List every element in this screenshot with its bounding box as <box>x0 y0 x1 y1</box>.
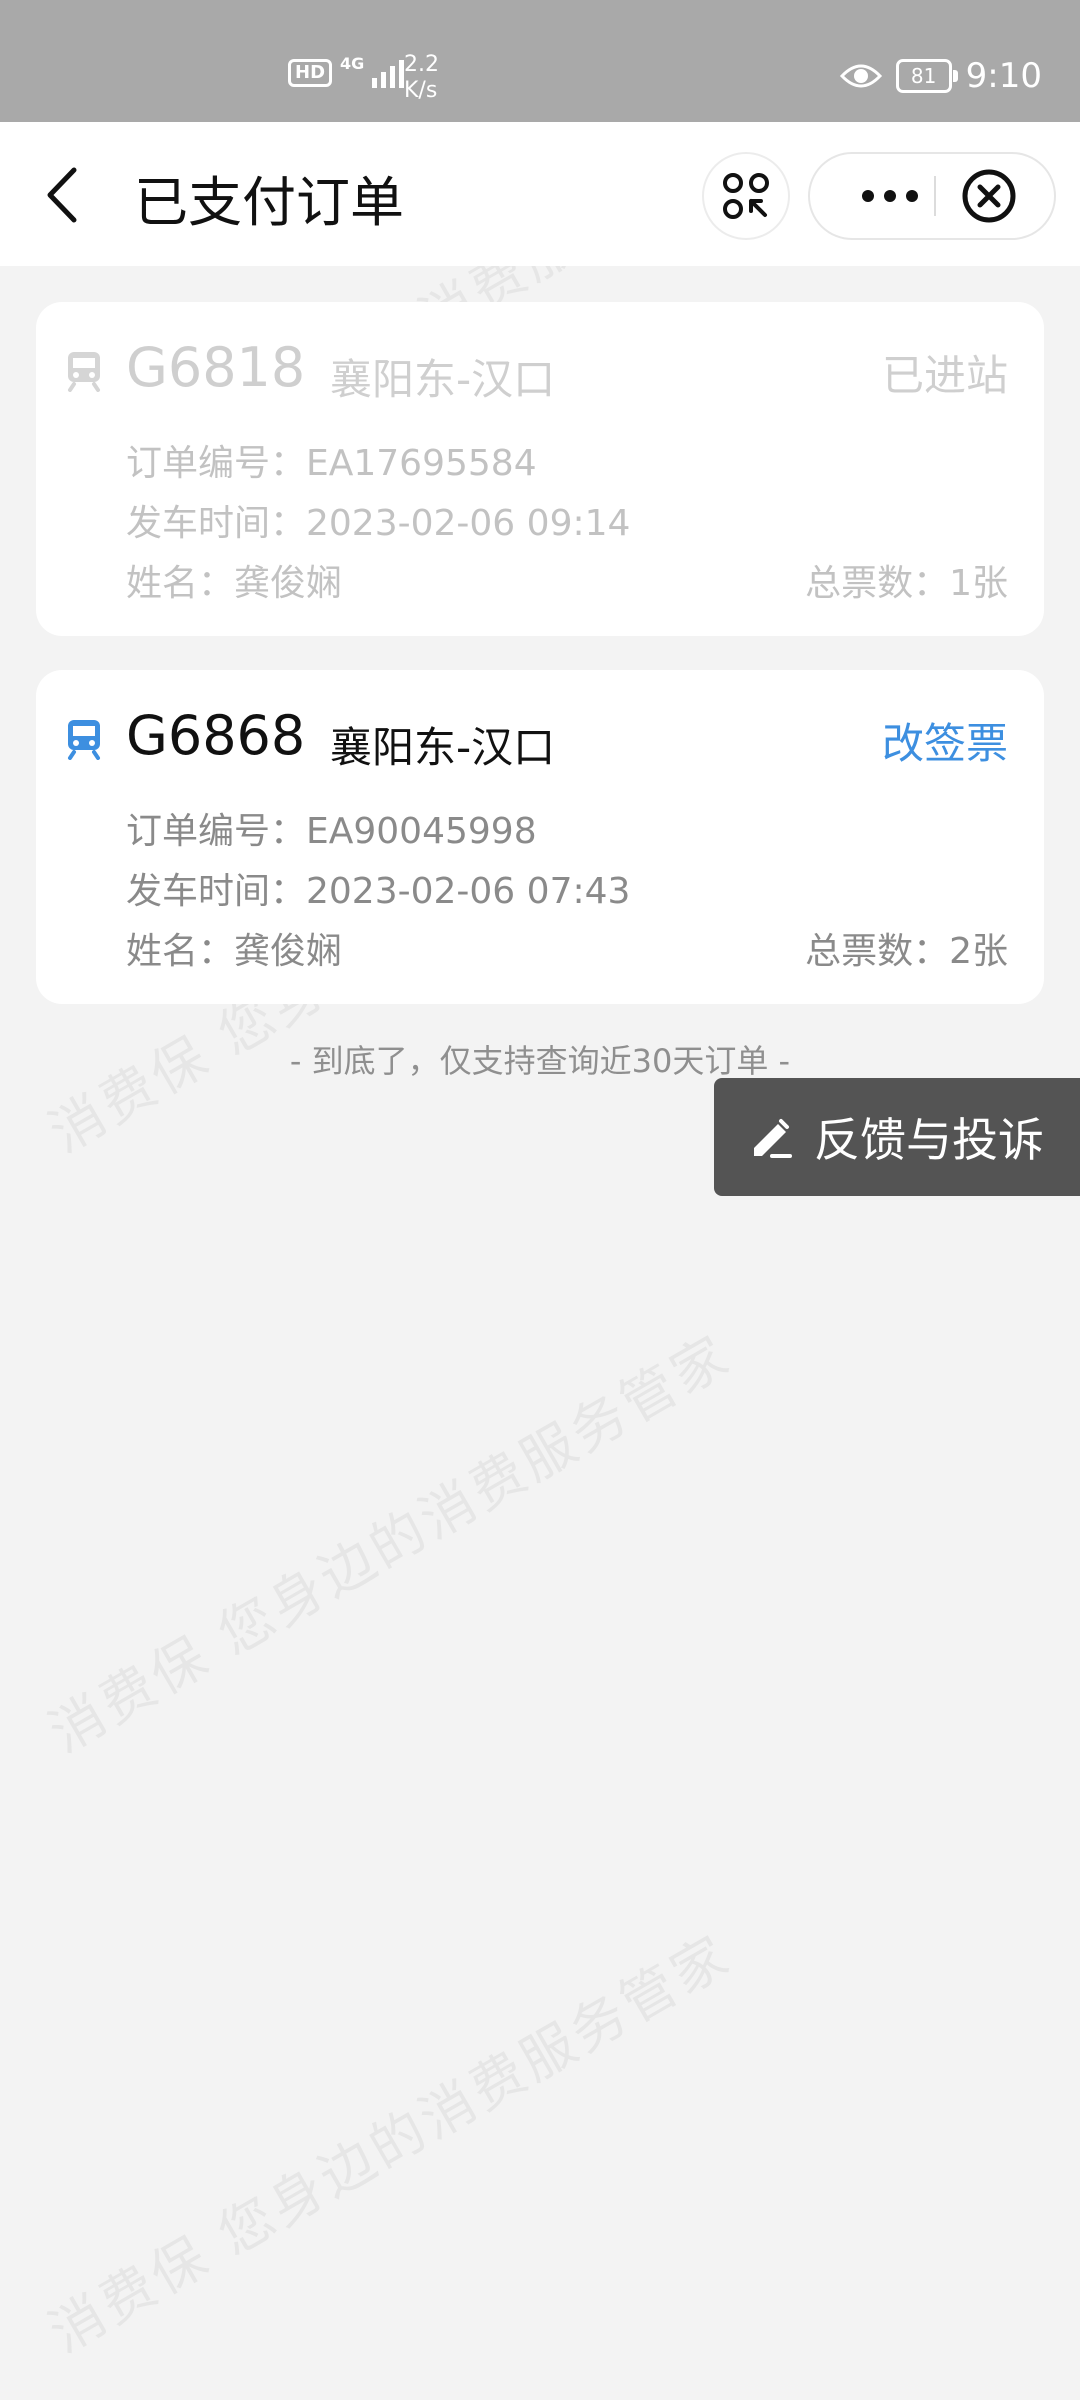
battery-level: 81 <box>910 64 937 88</box>
departure-time: 发车时间：2023-02-06 07:43 <box>126 871 631 912</box>
network-generation: 4G <box>340 53 365 73</box>
departure-time: 发车时间：2023-02-06 09:14 <box>126 503 631 544</box>
signal-icon <box>372 58 405 88</box>
train-icon <box>68 352 100 392</box>
network-indicator: HD 4G <box>288 54 405 88</box>
back-arrow-icon[interactable] <box>40 162 90 228</box>
watermark-text: 消费保 您身边的消费服务管家 <box>38 1922 742 2365</box>
scan-icon <box>723 173 769 219</box>
order-status: 已进站 <box>881 351 1008 400</box>
speed-value: 2.2 <box>404 52 439 77</box>
passenger-name: 姓名：龚俊娴 <box>126 931 343 972</box>
close-icon[interactable] <box>960 167 1018 225</box>
nav-bar: 已支付订单 <box>0 122 1080 266</box>
hd-badge: HD <box>288 59 333 87</box>
network-speed: 2.2 K/s <box>404 52 439 104</box>
battery-icon: 81 <box>895 59 958 93</box>
page-title: 已支付订单 <box>134 171 404 234</box>
watermark-text: 消费保 您身边的消费服务管家 <box>38 1322 742 1765</box>
order-number: 订单编号：EA90045998 <box>126 811 537 852</box>
clock: 9:10 <box>965 56 1042 96</box>
status-bar: HD 4G 2.2 K/s 81 9:10 <box>0 0 1080 122</box>
mini-program-capsule <box>808 152 1056 240</box>
route: 襄阳东-汉口 <box>330 355 556 404</box>
end-of-list-note: - 到底了，仅支持查询近30天订单 - <box>289 1042 791 1080</box>
order-card[interactable]: G6868 襄阳东-汉口 改签票 订单编号：EA90045998 发车时间：20… <box>36 670 1044 1004</box>
train-number: G6868 <box>126 704 306 767</box>
scan-button[interactable] <box>702 152 790 240</box>
feedback-label: 反馈与投诉 <box>814 1113 1044 1167</box>
order-card[interactable]: G6818 襄阳东-汉口 已进站 订单编号：EA17695584 发车时间：20… <box>36 302 1044 636</box>
order-status: 改签票 <box>881 719 1008 768</box>
more-icon[interactable] <box>850 154 930 238</box>
order-number: 订单编号：EA17695584 <box>126 443 537 484</box>
train-icon <box>68 720 100 760</box>
speed-unit: K/s <box>404 78 438 103</box>
route: 襄阳东-汉口 <box>330 723 556 772</box>
ticket-count: 总票数：1张 <box>805 563 1008 604</box>
passenger-name: 姓名：龚俊娴 <box>126 563 343 604</box>
capsule-divider <box>934 176 936 216</box>
train-number: G6818 <box>126 336 306 399</box>
eye-icon <box>839 64 882 88</box>
edit-pen-icon <box>754 1119 792 1158</box>
feedback-button[interactable]: 反馈与投诉 <box>714 1078 1080 1196</box>
ticket-count: 总票数：2张 <box>805 931 1008 972</box>
